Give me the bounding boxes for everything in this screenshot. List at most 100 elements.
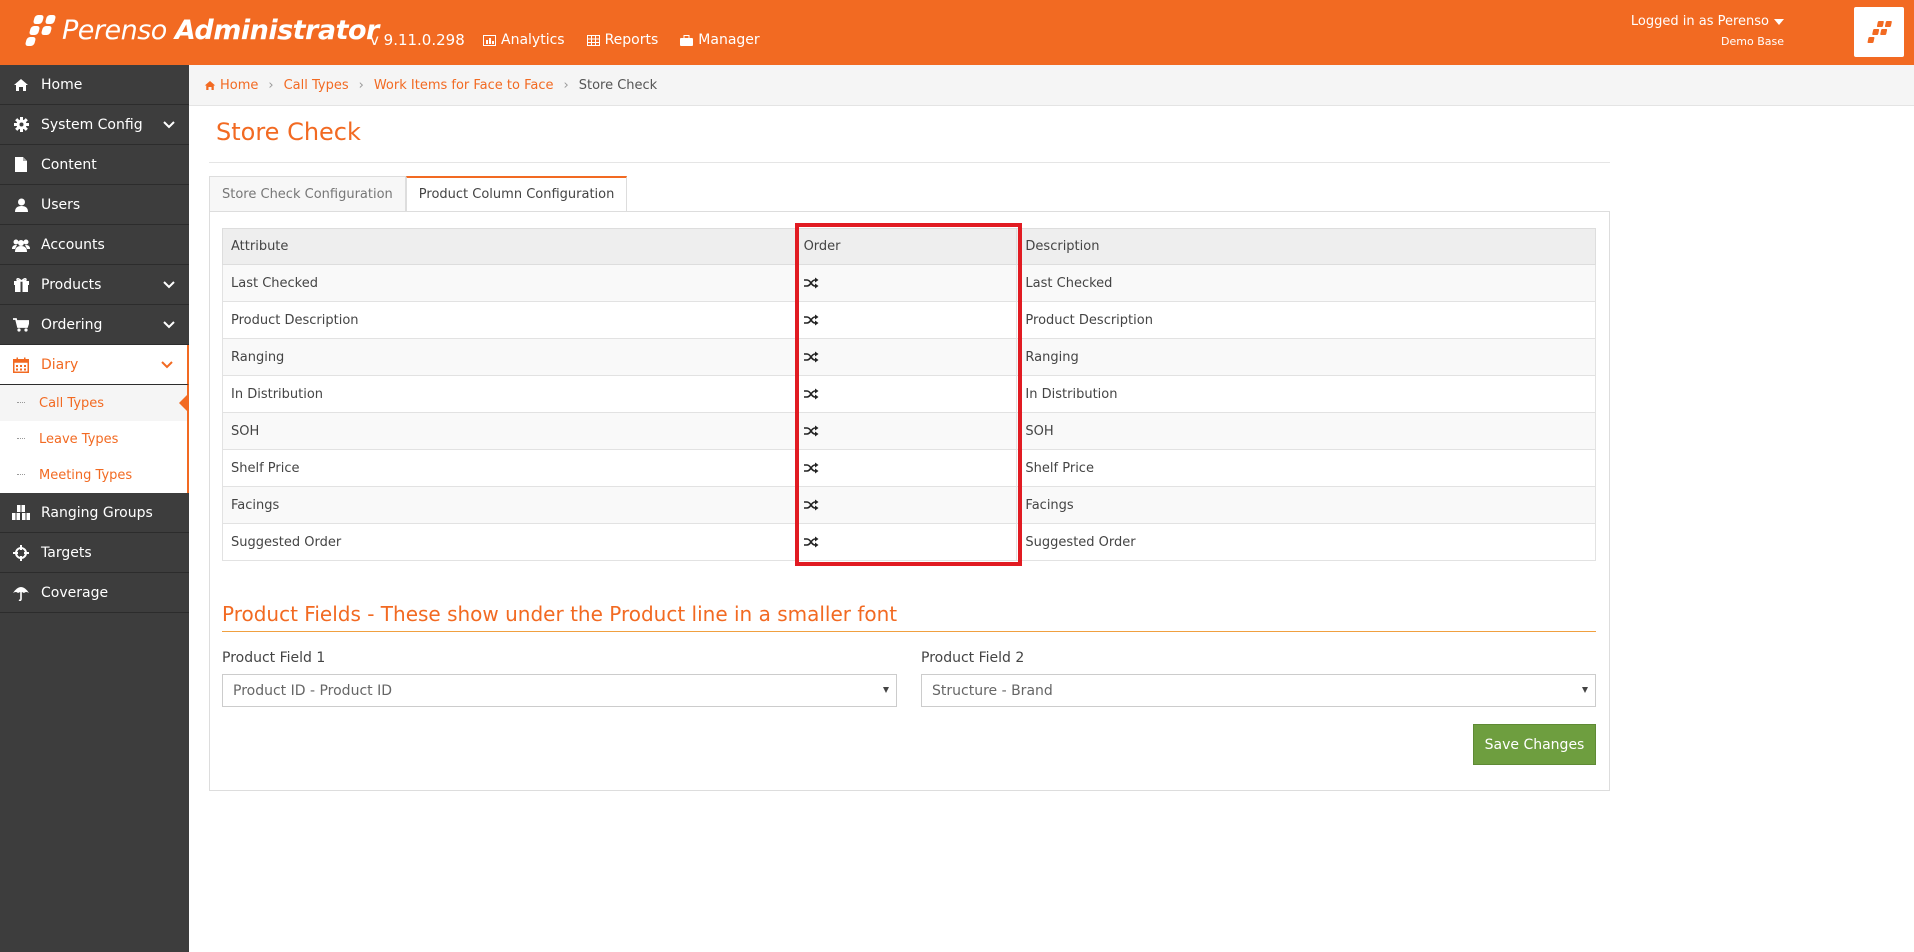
calendar-icon — [12, 357, 30, 373]
logged-in-label: Logged in as Perenso — [1630, 14, 1769, 29]
tab-store-check-configuration[interactable]: Store Check Configuration — [209, 176, 406, 212]
save-changes-button[interactable]: Save Changes — [1473, 724, 1596, 765]
breadcrumb-separator: › — [563, 77, 569, 93]
shuffle-icon[interactable] — [803, 277, 819, 289]
gift-icon — [12, 277, 30, 293]
table-row: Facings Facings — [222, 486, 1596, 524]
order-cell — [794, 486, 1018, 524]
table-row: Suggested Order Suggested Order — [222, 523, 1596, 561]
user-icon — [12, 197, 30, 213]
order-cell — [794, 412, 1018, 450]
cart-icon — [12, 317, 30, 333]
sidebar-subitem-label: Leave Types — [39, 431, 119, 447]
description-cell: Last Checked — [1016, 264, 1596, 302]
table-row: SOH SOH — [222, 412, 1596, 450]
app-logo[interactable]: Perenso Administrator — [24, 10, 379, 50]
order-cell — [794, 264, 1018, 302]
divider — [209, 162, 1610, 163]
top-bar: Perenso Administrator v 9.11.0.298 Analyt… — [0, 0, 1914, 65]
sidebar-item-label: Users — [41, 196, 81, 213]
sidebar-item-label: Coverage — [41, 584, 109, 601]
sidebar-item-ordering[interactable]: Ordering — [0, 305, 189, 345]
file-icon — [12, 157, 30, 173]
description-cell: Shelf Price — [1016, 449, 1596, 487]
sidebar-item-label: Ranging Groups — [41, 504, 153, 521]
sidebar-item-label: Content — [41, 156, 97, 173]
table-row: Shelf Price Shelf Price — [222, 449, 1596, 487]
attribute-cell: Shelf Price — [222, 449, 796, 487]
attribute-cell: Suggested Order — [222, 523, 796, 561]
nav-manager[interactable]: Manager — [680, 32, 760, 48]
table-icon — [586, 34, 600, 46]
sidebar-item-label: Targets — [41, 544, 92, 561]
sidebar-item-accounts[interactable]: Accounts — [0, 225, 189, 265]
sidebar-item-targets[interactable]: Targets — [0, 533, 189, 573]
home-icon — [12, 77, 30, 93]
shuffle-icon[interactable] — [803, 536, 819, 548]
sidebar-item-users[interactable]: Users — [0, 185, 189, 225]
shuffle-icon[interactable] — [803, 499, 819, 511]
breadcrumb-call-types[interactable]: Call Types — [284, 78, 349, 93]
attribute-cell: Last Checked — [222, 264, 796, 302]
sidebar-item-label: Home — [41, 76, 83, 93]
description-cell: In Distribution — [1016, 375, 1596, 413]
sidebar-item-system-config[interactable]: System Config — [0, 105, 189, 145]
sidebar-item-content[interactable]: Content — [0, 145, 189, 185]
caret-down-icon — [1582, 687, 1588, 693]
sidebar-subitem-leave-types[interactable]: Leave Types — [0, 421, 187, 457]
product-field-2-select[interactable]: Structure - Brand — [921, 674, 1596, 707]
product-column-table: Attribute Order Description Last Checked… — [222, 228, 1596, 561]
sidebar: Home System Config Content Users Account… — [0, 65, 189, 952]
shuffle-icon[interactable] — [803, 351, 819, 363]
sidebar-subitem-call-types[interactable]: Call Types — [0, 385, 189, 421]
version-label: v 9.11.0.298 — [370, 31, 465, 49]
shuffle-icon[interactable] — [803, 425, 819, 437]
sidebar-item-label: System Config — [41, 116, 143, 133]
sidebar-subitem-meeting-types[interactable]: Meeting Types — [0, 457, 187, 493]
tab-bar: Store Check Configuration Product Column… — [209, 176, 628, 212]
order-cell — [794, 449, 1018, 487]
user-menu[interactable]: Logged in as Perenso Demo Base — [1631, 14, 1784, 48]
column-header-description: Description — [1016, 228, 1596, 265]
breadcrumb-current: Store Check — [578, 77, 658, 93]
top-nav: Analytics Reports Manager — [483, 32, 760, 48]
product-field-2-label: Product Field 2 — [921, 650, 1025, 666]
attribute-cell: SOH — [222, 412, 796, 450]
briefcase-icon — [680, 34, 694, 46]
avatar[interactable] — [1854, 7, 1904, 57]
product-field-1-value: Product ID - Product ID — [233, 682, 392, 699]
breadcrumb-separator: › — [358, 77, 364, 93]
shuffle-icon[interactable] — [803, 462, 819, 474]
description-cell: Facings — [1016, 486, 1596, 524]
nav-manager-label: Manager — [698, 32, 760, 48]
breadcrumb-work-items[interactable]: Work Items for Face to Face — [374, 78, 554, 93]
diary-submenu: Call Types Leave Types Meeting Types — [0, 385, 189, 493]
table-header-row: Attribute Order Description — [222, 228, 1596, 265]
cubes-icon — [12, 505, 30, 521]
sidebar-item-products[interactable]: Products — [0, 265, 189, 305]
breadcrumb-home[interactable]: Home — [220, 78, 258, 93]
order-cell — [794, 523, 1018, 561]
chevron-down-icon — [163, 321, 175, 329]
sidebar-item-home[interactable]: Home — [0, 65, 189, 105]
product-field-1-select[interactable]: Product ID - Product ID — [222, 674, 897, 707]
tab-product-column-configuration[interactable]: Product Column Configuration — [405, 176, 628, 212]
gear-icon — [12, 117, 30, 133]
section-title-product-fields: Product Fields - These show under the Pr… — [222, 602, 898, 626]
shuffle-icon[interactable] — [803, 314, 819, 326]
perenso-logo-icon — [24, 13, 58, 47]
shuffle-icon[interactable] — [803, 388, 819, 400]
nav-analytics[interactable]: Analytics — [483, 32, 565, 48]
nav-reports[interactable]: Reports — [586, 32, 658, 48]
sidebar-subitem-label: Call Types — [39, 395, 105, 411]
column-header-attribute: Attribute — [222, 228, 796, 265]
sidebar-item-diary[interactable]: Diary — [0, 345, 189, 385]
attribute-cell: Ranging — [222, 338, 796, 376]
description-cell: Ranging — [1016, 338, 1596, 376]
sidebar-item-label: Products — [41, 276, 102, 293]
sidebar-item-ranging-groups[interactable]: Ranging Groups — [0, 493, 189, 533]
chevron-down-icon — [163, 281, 175, 289]
bar-chart-icon — [483, 34, 496, 46]
attribute-cell: Facings — [222, 486, 796, 524]
sidebar-item-coverage[interactable]: Coverage — [0, 573, 189, 613]
